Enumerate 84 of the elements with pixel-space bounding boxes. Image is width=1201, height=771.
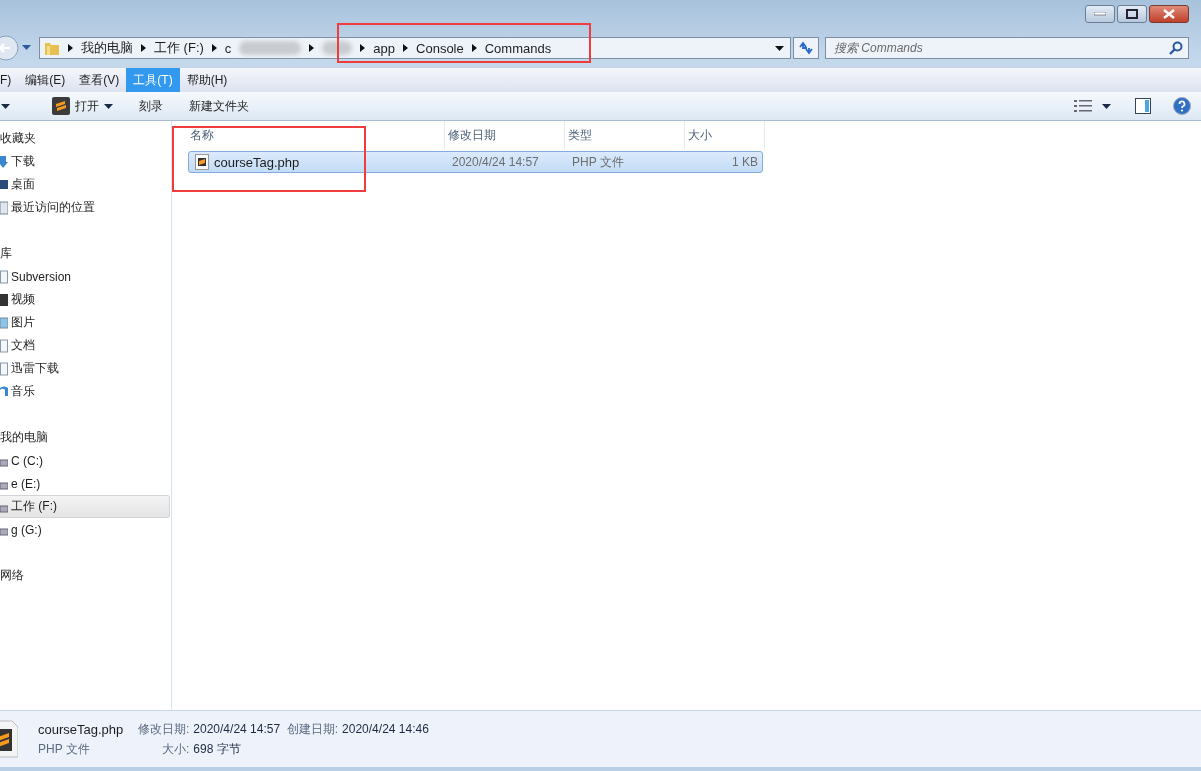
image-icon	[0, 315, 8, 330]
view-options-icon[interactable]	[1074, 99, 1092, 113]
breadcrumb-item[interactable]: Commands	[484, 40, 552, 56]
refresh-icon	[798, 41, 814, 55]
breadcrumb-arrow-icon[interactable]	[309, 44, 315, 52]
address-bar[interactable]: 我的电脑 工作 (F:) c app Console Commands	[39, 37, 791, 59]
search-icon[interactable]	[1169, 41, 1183, 55]
download-arrow-icon	[0, 154, 8, 169]
preview-pane-icon[interactable]	[1135, 98, 1151, 114]
column-header[interactable]: 大小	[685, 121, 765, 149]
breadcrumb-arrow-icon[interactable]	[141, 44, 146, 52]
sidebar-item[interactable]: e (E:)	[0, 472, 170, 495]
music-icon	[0, 384, 8, 399]
recent-places-icon	[0, 200, 8, 215]
table-cell-text: 1 KB	[731, 155, 759, 169]
file-row[interactable]: courseTag.php 2020/4/24 14:57 PHP 文件 1 KB	[188, 151, 763, 173]
sidebar-group[interactable]: 库	[0, 242, 12, 265]
breadcrumb-item[interactable]: c	[224, 40, 232, 56]
details-file-type: PHP 文件	[38, 740, 91, 758]
folder-icon	[44, 40, 60, 56]
breadcrumb-item[interactable]: 我的电脑	[81, 39, 133, 57]
sidebar-item[interactable]: 下载	[0, 150, 170, 173]
menu-item[interactable]: 查看(V)	[72, 68, 127, 92]
sidebar-item[interactable]: 音乐	[0, 380, 170, 403]
sidebar-item[interactable]: Subversion	[0, 265, 170, 288]
details-value: 2020/4/24 14:46	[342, 722, 429, 736]
breadcrumb-item[interactable]: 工作 (F:)	[154, 39, 204, 57]
search-field[interactable]: 搜索 Commands	[825, 37, 1189, 59]
open-button[interactable]: 打开	[44, 95, 121, 117]
breadcrumb-item[interactable]: app	[373, 40, 396, 56]
table-cell-text: 2020/4/24 14:57	[451, 155, 540, 169]
sidebar-group[interactable]: 我的电脑	[0, 426, 48, 449]
dropdown-caret-icon[interactable]	[775, 45, 784, 51]
sublime-file-icon	[52, 97, 70, 115]
breadcrumb-arrow-icon[interactable]	[211, 44, 217, 52]
refresh-button[interactable]	[793, 37, 819, 59]
maximize-icon	[1126, 9, 1138, 19]
minimize-icon	[1094, 12, 1106, 16]
details-label: 大小:	[161, 740, 190, 758]
help-icon[interactable]	[1173, 97, 1191, 115]
breadcrumb-arrow-icon[interactable]	[360, 44, 366, 52]
history-caret-icon[interactable]	[22, 45, 31, 51]
menu-item[interactable]: F)	[0, 68, 19, 92]
maximize-button[interactable]	[1117, 5, 1147, 23]
details-value: 698 字节	[193, 740, 242, 758]
file-name: courseTag.php	[214, 154, 300, 170]
sidebar-item[interactable]: 文档	[0, 334, 170, 357]
column-header[interactable]: 类型	[565, 121, 685, 149]
details-value: 2020/4/24 14:57	[193, 722, 281, 736]
sidebar-group[interactable]: 网络	[0, 564, 24, 587]
sidebar-item[interactable]: 最近访问的位置	[0, 196, 170, 219]
details-label: 修改日期:	[138, 720, 190, 738]
sidebar-item[interactable]: 迅雷下载	[0, 357, 170, 380]
toolbar-button[interactable]: 新建文件夹	[181, 95, 257, 117]
sidebar-item[interactable]: 桌面	[0, 173, 170, 196]
table-cell-text: PHP 文件	[571, 153, 625, 171]
column-header[interactable]: 修改日期	[445, 121, 565, 149]
details-label: 创建日期:	[285, 720, 339, 738]
menu-item[interactable]: 帮助(H)	[179, 68, 235, 92]
breadcrumb-arrow-icon[interactable]	[471, 44, 477, 52]
breadcrumb-arrow-icon[interactable]	[403, 44, 409, 52]
sidebar-item[interactable]: 图片	[0, 311, 170, 334]
back-button[interactable]	[0, 35, 20, 61]
details-file-name: courseTag.php	[38, 721, 125, 737]
sublime-file-icon	[195, 154, 209, 170]
sidebar-item[interactable]: g (G:)	[0, 518, 170, 541]
sidebar-item[interactable]: C (C:)	[0, 449, 170, 472]
redaction-blur	[322, 41, 353, 55]
desktop-icon	[0, 177, 8, 192]
sidebar-item[interactable]: 视频	[0, 288, 170, 311]
close-button[interactable]	[1149, 5, 1189, 23]
column-header[interactable]: 名称	[188, 121, 445, 149]
dropdown-caret-icon	[104, 103, 113, 109]
toolbar-button[interactable]: 刻录	[131, 95, 171, 117]
dropdown-caret-icon[interactable]	[1, 103, 10, 109]
breadcrumb-arrow-icon[interactable]	[68, 44, 73, 52]
redaction-blur	[239, 41, 302, 55]
breadcrumb-item[interactable]: Console	[416, 40, 464, 56]
dropdown-caret-icon[interactable]	[1102, 103, 1111, 109]
sidebar-item[interactable]: 工作 (F:)	[0, 495, 170, 518]
sidebar-group[interactable]: 收藏夹	[0, 127, 36, 150]
menu-item[interactable]: 编辑(E)	[18, 68, 73, 92]
film-icon	[0, 292, 8, 307]
close-icon	[1163, 9, 1175, 19]
